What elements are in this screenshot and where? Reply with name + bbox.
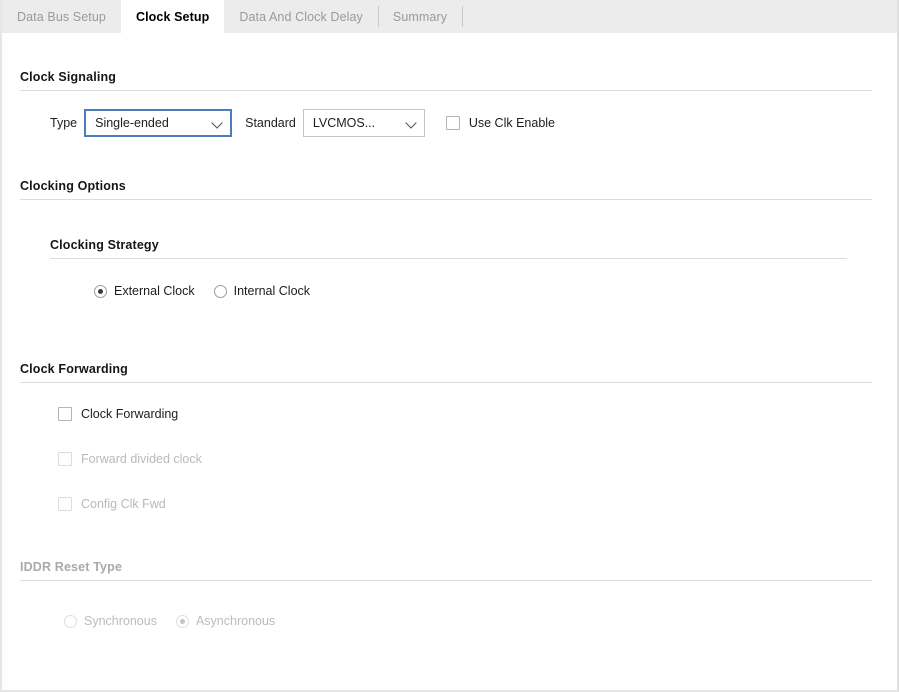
radio-dot	[94, 284, 107, 298]
tab-clock-setup[interactable]: Clock Setup	[120, 0, 225, 33]
section-title: Clocking Options	[20, 179, 126, 193]
section-divider	[20, 382, 872, 383]
radio-label: Internal Clock	[233, 284, 311, 298]
type-dropdown[interactable]: Single-ended	[84, 109, 233, 137]
radio-dot	[64, 614, 77, 628]
tab-bar-filler	[462, 0, 897, 33]
radio-external-clock[interactable]: External Clock	[94, 284, 195, 298]
radio-asynchronous: Asynchronous	[175, 614, 276, 628]
section-title: Clock Signaling	[20, 70, 117, 84]
section-divider	[50, 258, 847, 259]
radio-label: Synchronous	[84, 614, 157, 628]
tab-data-and-clock-delay[interactable]: Data And Clock Delay	[224, 0, 378, 33]
checkbox-box	[58, 497, 72, 511]
section-divider	[20, 580, 872, 581]
standard-dropdown-value: LVCMOS...	[312, 116, 376, 130]
tab-label: Data Bus Setup	[17, 9, 106, 24]
clock-setup-panel: Data Bus Setup Clock Setup Data And Cloc…	[0, 0, 899, 692]
chevron-down-icon	[212, 118, 223, 129]
tab-bar: Data Bus Setup Clock Setup Data And Cloc…	[2, 0, 897, 33]
use-clk-enable-checkbox[interactable]: Use Clk Enable	[445, 116, 555, 130]
section-title: Clock Forwarding	[20, 362, 128, 376]
radio-dot	[175, 614, 189, 628]
checkbox-box	[58, 452, 72, 466]
section-iddr-reset-type: IDDR Reset Type	[20, 560, 872, 581]
use-clk-enable-label: Use Clk Enable	[468, 116, 555, 130]
checkbox-box	[445, 116, 460, 130]
tab-data-bus-setup[interactable]: Data Bus Setup	[2, 0, 121, 33]
radio-label: External Clock	[114, 284, 195, 298]
type-dropdown-value: Single-ended	[95, 116, 169, 130]
checkbox-box	[58, 407, 72, 421]
tab-label: Data And Clock Delay	[239, 9, 363, 24]
section-clock-signaling: Clock Signaling	[20, 70, 872, 91]
iddr-reset-type-radio-group: Synchronous Asynchronous	[64, 614, 275, 628]
checkbox-config-clk-fwd: Config Clk Fwd	[58, 497, 166, 511]
radio-label: Asynchronous	[195, 614, 276, 628]
standard-label: Standard	[245, 116, 296, 130]
tab-summary[interactable]: Summary	[377, 0, 463, 33]
section-clocking-options: Clocking Options	[20, 179, 872, 200]
radio-dot	[213, 284, 227, 298]
type-label: Type	[50, 116, 78, 130]
checkbox-label: Forward divided clock	[81, 452, 202, 466]
section-divider	[20, 199, 872, 200]
radio-internal-clock[interactable]: Internal Clock	[213, 284, 311, 298]
section-title: IDDR Reset Type	[20, 560, 123, 574]
clocking-strategy-radio-group: External Clock Internal Clock	[94, 284, 310, 298]
checkbox-label: Clock Forwarding	[81, 407, 179, 421]
checkbox-label: Config Clk Fwd	[81, 497, 166, 511]
chevron-down-icon	[406, 118, 417, 129]
section-title: Clocking Strategy	[50, 238, 159, 252]
section-divider	[20, 90, 872, 91]
panel-content: Clock Signaling Type Single-ended Standa…	[2, 33, 897, 690]
section-clocking-strategy: Clocking Strategy	[50, 238, 847, 259]
section-clock-forwarding: Clock Forwarding	[20, 362, 872, 383]
tab-label: Summary	[392, 9, 448, 24]
standard-dropdown[interactable]: LVCMOS...	[302, 109, 425, 137]
radio-synchronous: Synchronous	[64, 614, 157, 628]
tab-label: Clock Setup	[135, 9, 210, 24]
checkbox-clock-forwarding[interactable]: Clock Forwarding	[58, 407, 178, 421]
checkbox-forward-divided-clock: Forward divided clock	[58, 452, 202, 466]
clock-signaling-row: Type Single-ended Standard LVCMOS... Use…	[50, 109, 555, 137]
